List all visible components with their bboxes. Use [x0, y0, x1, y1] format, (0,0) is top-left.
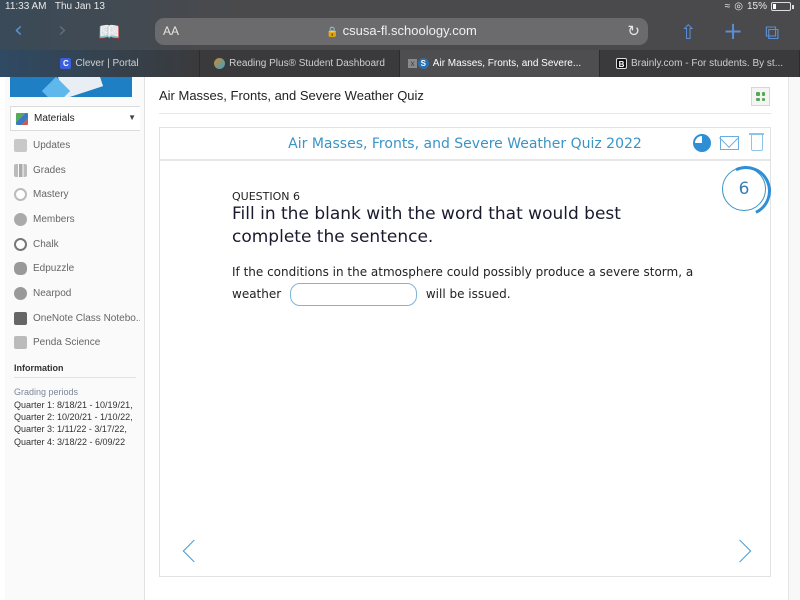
back-button[interactable]: ‹	[14, 20, 23, 42]
tab-label: Reading Plus® Student Dashboard	[229, 58, 385, 69]
sidebar-item-mastery[interactable]: Mastery	[14, 182, 140, 207]
question-label: QUESTION 6	[232, 190, 300, 203]
nearpod-icon	[14, 286, 27, 300]
sidebar-item-onenote[interactable]: OneNote Class Notebo...	[14, 306, 140, 331]
sidebar-item-label: Nearpod	[33, 287, 72, 299]
sidebar-item-label: Edpuzzle	[33, 263, 75, 275]
mail-icon[interactable]	[720, 136, 739, 150]
materials-icon	[16, 112, 28, 125]
updates-icon	[14, 138, 27, 152]
quiz-panel: Air Masses, Fronts, and Severe Weather Q…	[159, 127, 771, 577]
sidebar-item-label: Mastery	[33, 189, 69, 201]
sidebar-item-grades[interactable]: Grades	[14, 158, 140, 183]
sidebar-item-members[interactable]: Members	[14, 207, 140, 232]
tab-strip: C Clever | Portal Reading Plus® Student …	[0, 50, 800, 77]
mastery-icon	[14, 188, 27, 202]
schoology-icon: S	[417, 58, 429, 69]
penda-science-icon	[14, 336, 27, 350]
page-content: Materials ▼ Updates Grades Mastery Membe…	[0, 77, 800, 600]
new-tab-button[interactable]: +	[723, 17, 743, 45]
clever-icon: C	[60, 58, 72, 69]
reading-plus-icon	[214, 58, 226, 69]
sidebar-item-penda-science[interactable]: Penda Science	[14, 331, 140, 356]
chalk-icon	[14, 237, 27, 251]
page-title: Air Masses, Fronts, and Severe Weather Q…	[159, 88, 424, 103]
answer-blank-input[interactable]	[290, 283, 418, 306]
close-tab-icon[interactable]: x	[408, 59, 417, 68]
fullscreen-button[interactable]	[751, 87, 770, 106]
information-heading: Information	[14, 363, 136, 378]
grading-periods-text: Quarter 1: 8/18/21 - 10/19/21, Quarter 2…	[14, 400, 133, 447]
share-button[interactable]: ⇧	[680, 20, 697, 44]
chevron-left-icon: ‹	[14, 18, 23, 43]
url-text[interactable]: csusa-fl.schoology.com	[343, 23, 477, 38]
battery-icon	[771, 2, 791, 11]
edpuzzle-icon	[14, 262, 27, 276]
grading-periods-label: Grading periods	[14, 387, 79, 397]
sidebar-item-label: Members	[33, 213, 75, 225]
sidebar-item-materials[interactable]: Materials ▼	[10, 106, 140, 131]
tab-brainly[interactable]: B Brainly.com - For students. By st...	[600, 50, 800, 77]
browser-toolbar: 11:33 AM Thu Jan 13 ≈ ◎ 15% ‹ › 📖 AA 🔒 cs…	[0, 0, 800, 50]
tab-label: Clever | Portal	[75, 58, 139, 69]
tabs-overview-button[interactable]: ⧉	[765, 20, 779, 44]
reload-button[interactable]: ↻	[627, 22, 640, 40]
caret-down-icon[interactable]: ▼	[128, 113, 136, 122]
right-panel-edge	[788, 77, 800, 600]
trash-icon[interactable]	[749, 133, 764, 151]
tab-schoology-quiz[interactable]: x S Air Masses, Fronts, and Severe...	[400, 50, 600, 77]
timer-icon[interactable]	[693, 134, 711, 152]
brainly-icon: B	[615, 58, 627, 69]
sidebar-item-label: Materials	[34, 113, 75, 124]
battery-percent: 15%	[746, 1, 767, 12]
quiz-title: Air Masses, Fronts, and Severe Weather Q…	[160, 128, 770, 161]
onenote-icon	[14, 311, 27, 325]
chevron-right-icon: ›	[58, 18, 67, 43]
sidebar-item-label: Grades	[33, 164, 66, 176]
sidebar-item-chalk[interactable]: Chalk	[14, 232, 140, 257]
question-number-badge: 6	[722, 167, 766, 211]
tab-clever[interactable]: C Clever | Portal	[0, 50, 200, 77]
title-divider	[159, 113, 771, 114]
course-banner-image[interactable]	[10, 77, 132, 97]
status-time: 11:33 AM Thu Jan 13	[5, 1, 105, 12]
status-indicators: ≈ ◎ 15%	[725, 1, 794, 12]
sidebar-item-label: OneNote Class Notebo...	[33, 312, 140, 324]
wifi-icon: ≈	[724, 1, 731, 12]
tab-label: Air Masses, Fronts, and Severe...	[432, 58, 582, 69]
members-icon	[14, 212, 27, 226]
tab-reading-plus[interactable]: Reading Plus® Student Dashboard	[200, 50, 400, 77]
forward-button[interactable]: ›	[58, 20, 67, 42]
orientation-lock-icon: ◎	[734, 1, 743, 12]
sidebar-item-edpuzzle[interactable]: Edpuzzle	[14, 256, 140, 281]
sidebar-item-label: Updates	[33, 139, 71, 151]
tab-label: Brainly.com - For students. By st...	[630, 58, 784, 69]
sidebar-nav: Updates Grades Mastery Members Chalk Edp…	[14, 133, 140, 355]
lock-icon: 🔒	[326, 27, 339, 38]
sidebar-item-label: Chalk	[33, 238, 59, 250]
sentence-after: will be issued.	[425, 287, 511, 301]
bookmarks-button[interactable]: 📖	[98, 22, 120, 44]
sidebar-item-nearpod[interactable]: Nearpod	[14, 281, 140, 306]
address-bar[interactable]: AA 🔒 csusa-fl.schoology.com ↻	[155, 18, 648, 45]
expand-icon	[756, 92, 760, 96]
next-question-arrow[interactable]	[728, 539, 752, 563]
sidebar-item-updates[interactable]: Updates	[14, 133, 140, 158]
question-prompt: Fill in the blank with the word that wou…	[232, 204, 621, 247]
book-icon: 📖	[98, 22, 121, 43]
sidebar-item-label: Penda Science	[33, 337, 101, 349]
question-sentence: If the conditions in the atmosphere coul…	[232, 261, 702, 306]
grades-icon	[14, 163, 27, 177]
previous-question-arrow[interactable]	[182, 539, 206, 563]
